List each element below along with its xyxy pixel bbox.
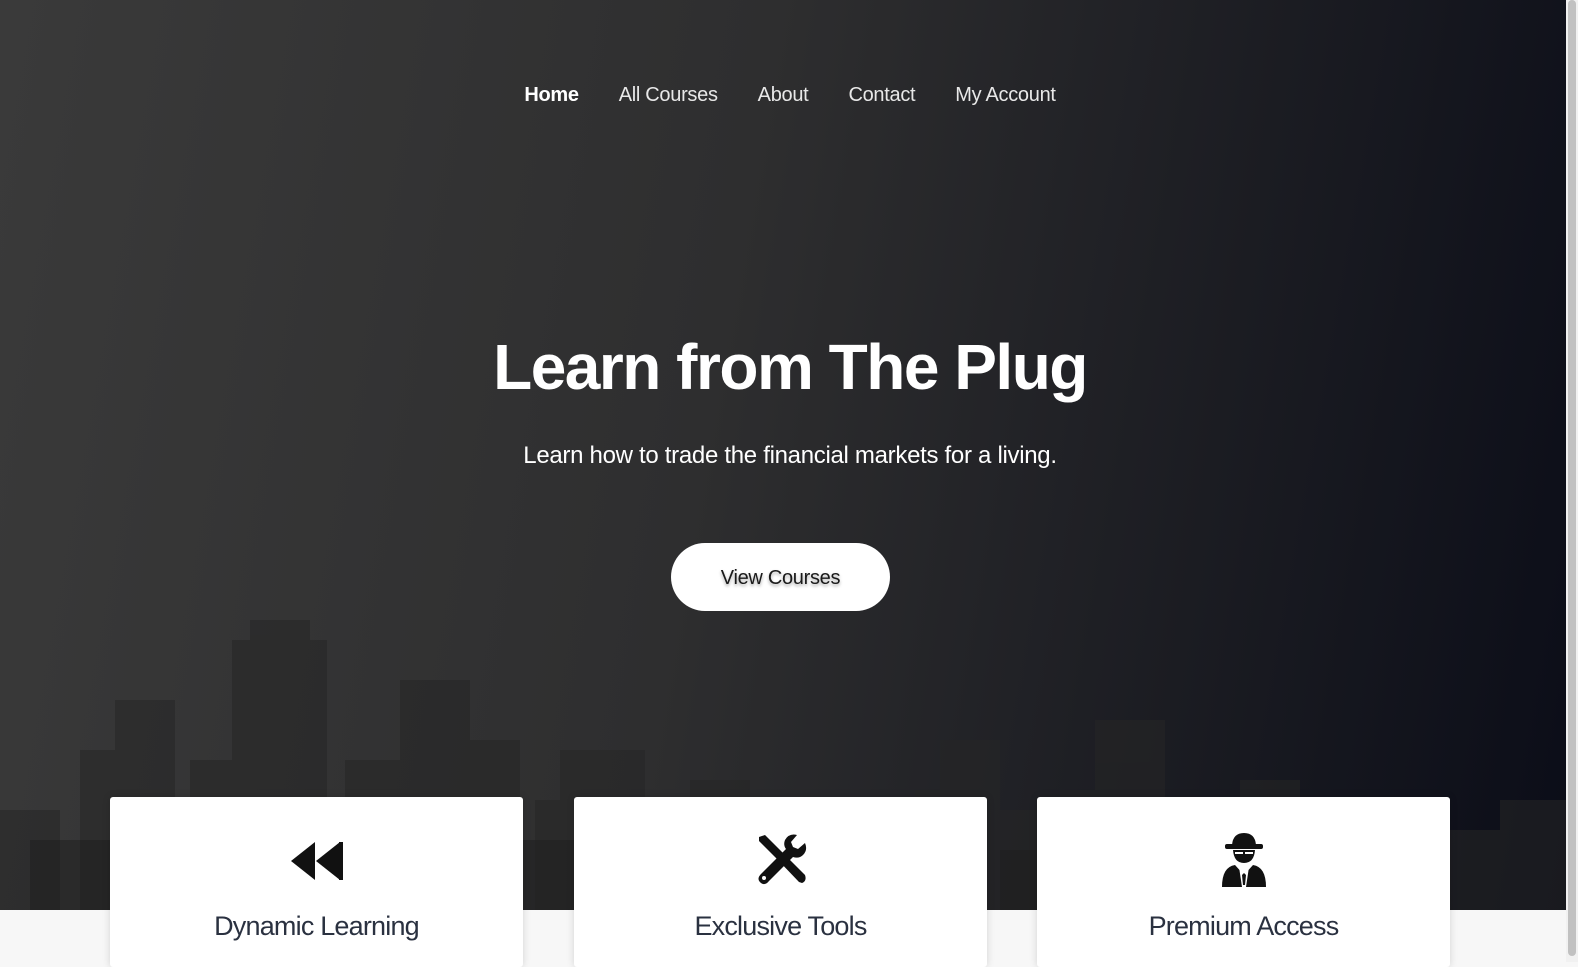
feature-title: Dynamic Learning [214,911,420,941]
nav-item-contact[interactable]: Contact [848,84,915,107]
main-nav: Home All Courses About Contact My Accoun… [0,84,1566,107]
hero-subtitle: Learn how to trade the financial markets… [523,442,1057,469]
nav-item-home[interactable]: Home [524,84,579,107]
hero-section: Home All Courses About Contact My Accoun… [0,0,1566,910]
feature-card-dynamic-learning: Dynamic Learning [110,797,523,967]
hero-title: Learn from The Plug [493,331,1088,403]
view-courses-button[interactable]: View Courses [671,543,890,611]
nav-item-all-courses[interactable]: All Courses [619,84,718,107]
page-scrollbar[interactable] [1566,0,1578,962]
scrollbar-thumb[interactable] [1568,0,1576,956]
nav-item-about[interactable]: About [758,84,809,107]
rewind-icon [290,842,343,880]
feature-title: Exclusive Tools [694,911,867,941]
feature-card-exclusive-tools: Exclusive Tools [574,797,987,967]
feature-card-premium-access: Premium Access [1037,797,1450,967]
tools-icon [758,834,806,885]
user-secret-icon [1221,833,1266,887]
nav-item-my-account[interactable]: My Account [955,84,1056,107]
feature-title: Premium Access [1148,911,1340,941]
